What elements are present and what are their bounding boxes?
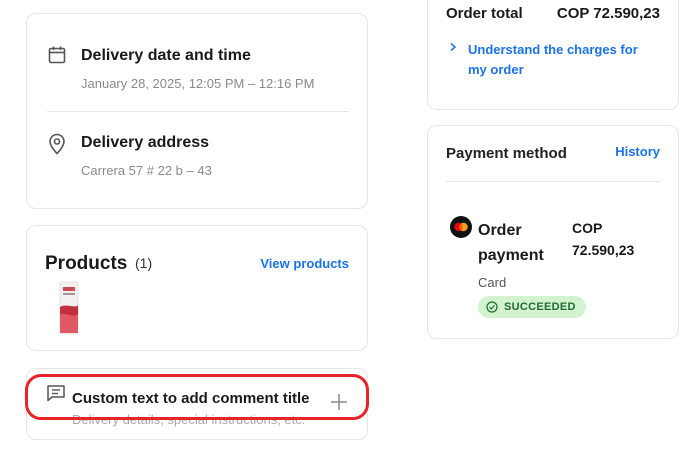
payment-amount: COP 72.590,23 (572, 217, 634, 261)
chevron-right-icon[interactable] (448, 42, 458, 52)
order-total-label: Order total (446, 5, 523, 22)
payment-method-card: Payment method History Order payment COP… (427, 125, 679, 339)
delivery-card: Delivery date and time January 28, 2025,… (26, 13, 368, 209)
status-text: SUCCEEDED (504, 301, 576, 313)
product-thumbnail[interactable] (57, 281, 81, 335)
comment-card[interactable]: Custom text to add comment title Deliver… (26, 368, 368, 440)
products-title: Products (45, 253, 128, 274)
comment-placeholder: Delivery details, special instructions, … (72, 412, 306, 427)
delivery-date-value: January 28, 2025, 12:05 PM – 12:16 PM (81, 76, 315, 91)
order-total-card: Order total COP 72.590,23 Understand the… (427, 0, 679, 110)
divider (446, 181, 660, 182)
products-count: (1) (135, 255, 153, 271)
products-card: Products (1) View products (26, 225, 368, 351)
delivery-date-title: Delivery date and time (81, 47, 251, 64)
comment-icon (46, 384, 66, 402)
order-total-value: COP 72.590,23 (556, 5, 660, 22)
status-badge: SUCCEEDED (478, 296, 586, 318)
charges-link-line1[interactable]: Understand the charges for (468, 40, 638, 60)
delivery-address-title: Delivery address (81, 134, 210, 151)
check-circle-icon (486, 301, 498, 313)
location-pin-icon (47, 133, 67, 155)
view-products-link[interactable]: View products (260, 256, 349, 271)
payment-amount-line1: COP (572, 220, 603, 236)
charges-link-line2[interactable]: my order (468, 60, 638, 80)
divider (47, 111, 349, 112)
comment-title: Custom text to add comment title (72, 390, 310, 407)
payment-name-line1: Order (478, 222, 522, 239)
payment-amount-line2: 72.590,23 (572, 242, 635, 258)
calendar-icon (47, 45, 67, 65)
history-link[interactable]: History (615, 144, 660, 159)
understand-charges-link[interactable]: Understand the charges for my order (468, 40, 638, 80)
payment-name: Order payment (478, 218, 544, 268)
payment-method-title: Payment method (446, 145, 567, 162)
mastercard-icon (450, 216, 472, 238)
delivery-address-value: Carrera 57 # 22 b – 43 (81, 163, 212, 178)
payment-name-line2: payment (478, 247, 544, 264)
payment-method-type: Card (478, 275, 507, 290)
plus-icon[interactable] (329, 392, 349, 412)
